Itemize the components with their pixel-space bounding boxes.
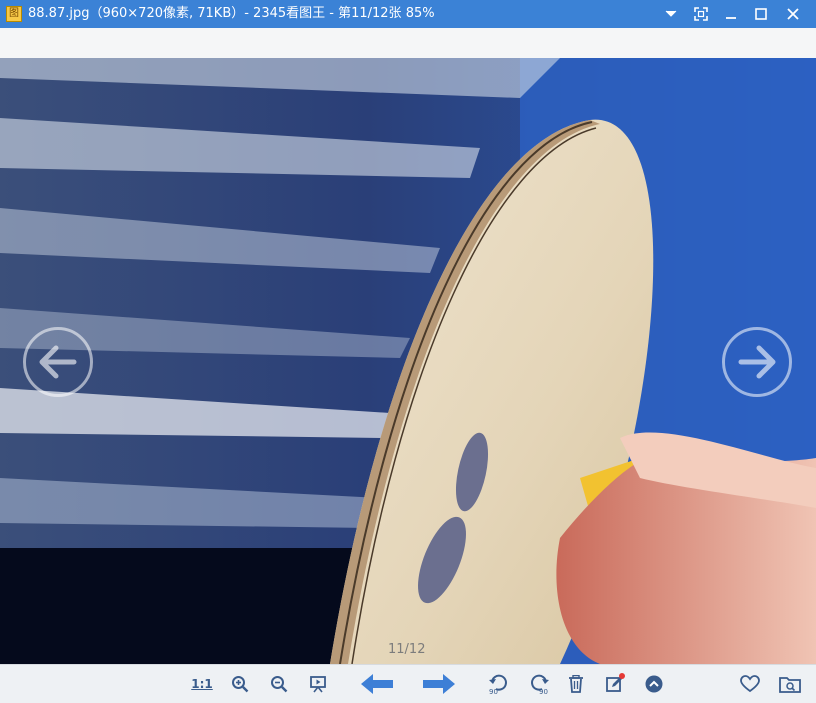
top-toolstrip <box>0 28 816 59</box>
next-image-button[interactable] <box>722 327 792 397</box>
close-icon <box>787 8 799 20</box>
zoom-in-icon <box>232 676 249 693</box>
fullscreen-button[interactable] <box>688 0 714 28</box>
actual-size-button[interactable]: 1:1 <box>190 671 214 697</box>
actual-size-label: 1:1 <box>191 677 213 691</box>
previous-image-button[interactable] <box>23 327 93 397</box>
image-viewport[interactable]: 11/12 <box>0 58 816 664</box>
minimize-button[interactable] <box>718 0 744 28</box>
minimize-icon <box>726 17 736 19</box>
window-title: 88.87.jpg（960×720像素, 71KB）- 2345看图王 - 第1… <box>28 6 435 21</box>
rotate-right-button[interactable]: 90 <box>526 671 552 697</box>
app-icon[interactable]: 图 <box>6 6 22 22</box>
slideshow-icon <box>310 676 326 693</box>
fullscreen-icon <box>694 7 708 21</box>
bottom-toolbar: 1:1 90 90 <box>0 664 816 703</box>
expand-up-button[interactable] <box>643 671 665 697</box>
notification-dot <box>619 673 625 679</box>
previous-button[interactable] <box>360 671 394 697</box>
slideshow-button[interactable] <box>306 671 330 697</box>
maximize-button[interactable] <box>748 0 774 28</box>
close-button[interactable] <box>780 0 806 28</box>
folder-search-icon <box>779 677 801 693</box>
zoom-out-button[interactable] <box>267 671 291 697</box>
open-folder-button[interactable] <box>778 671 802 697</box>
dropdown-menu-button[interactable] <box>658 0 684 28</box>
next-button[interactable] <box>422 671 456 697</box>
title-bar: 图 88.87.jpg（960×720像素, 71KB）- 2345看图王 - … <box>0 0 816 28</box>
rotate-right-icon: 90 <box>531 674 549 695</box>
chevron-down-icon <box>665 10 677 17</box>
edit-button[interactable] <box>604 671 626 697</box>
photo-table-tennis-blade <box>0 58 816 664</box>
delete-button[interactable] <box>565 671 587 697</box>
chevron-up-icon <box>645 675 663 693</box>
rotate-right-label: 90 <box>539 688 548 695</box>
rotate-left-icon: 90 <box>489 674 507 695</box>
previous-arrow-icon <box>361 674 393 694</box>
rotate-left-button[interactable]: 90 <box>486 671 512 697</box>
zoom-in-button[interactable] <box>228 671 252 697</box>
image-counter: 11/12 <box>388 642 426 657</box>
next-arrow-icon <box>423 674 455 694</box>
rotate-left-label: 90 <box>489 688 498 695</box>
delete-icon <box>569 675 583 693</box>
arrow-right-icon <box>738 345 776 379</box>
favorite-button[interactable] <box>738 671 762 697</box>
heart-icon <box>740 675 760 693</box>
maximize-icon <box>755 8 767 20</box>
arrow-left-icon <box>39 345 77 379</box>
zoom-out-icon <box>271 676 288 693</box>
